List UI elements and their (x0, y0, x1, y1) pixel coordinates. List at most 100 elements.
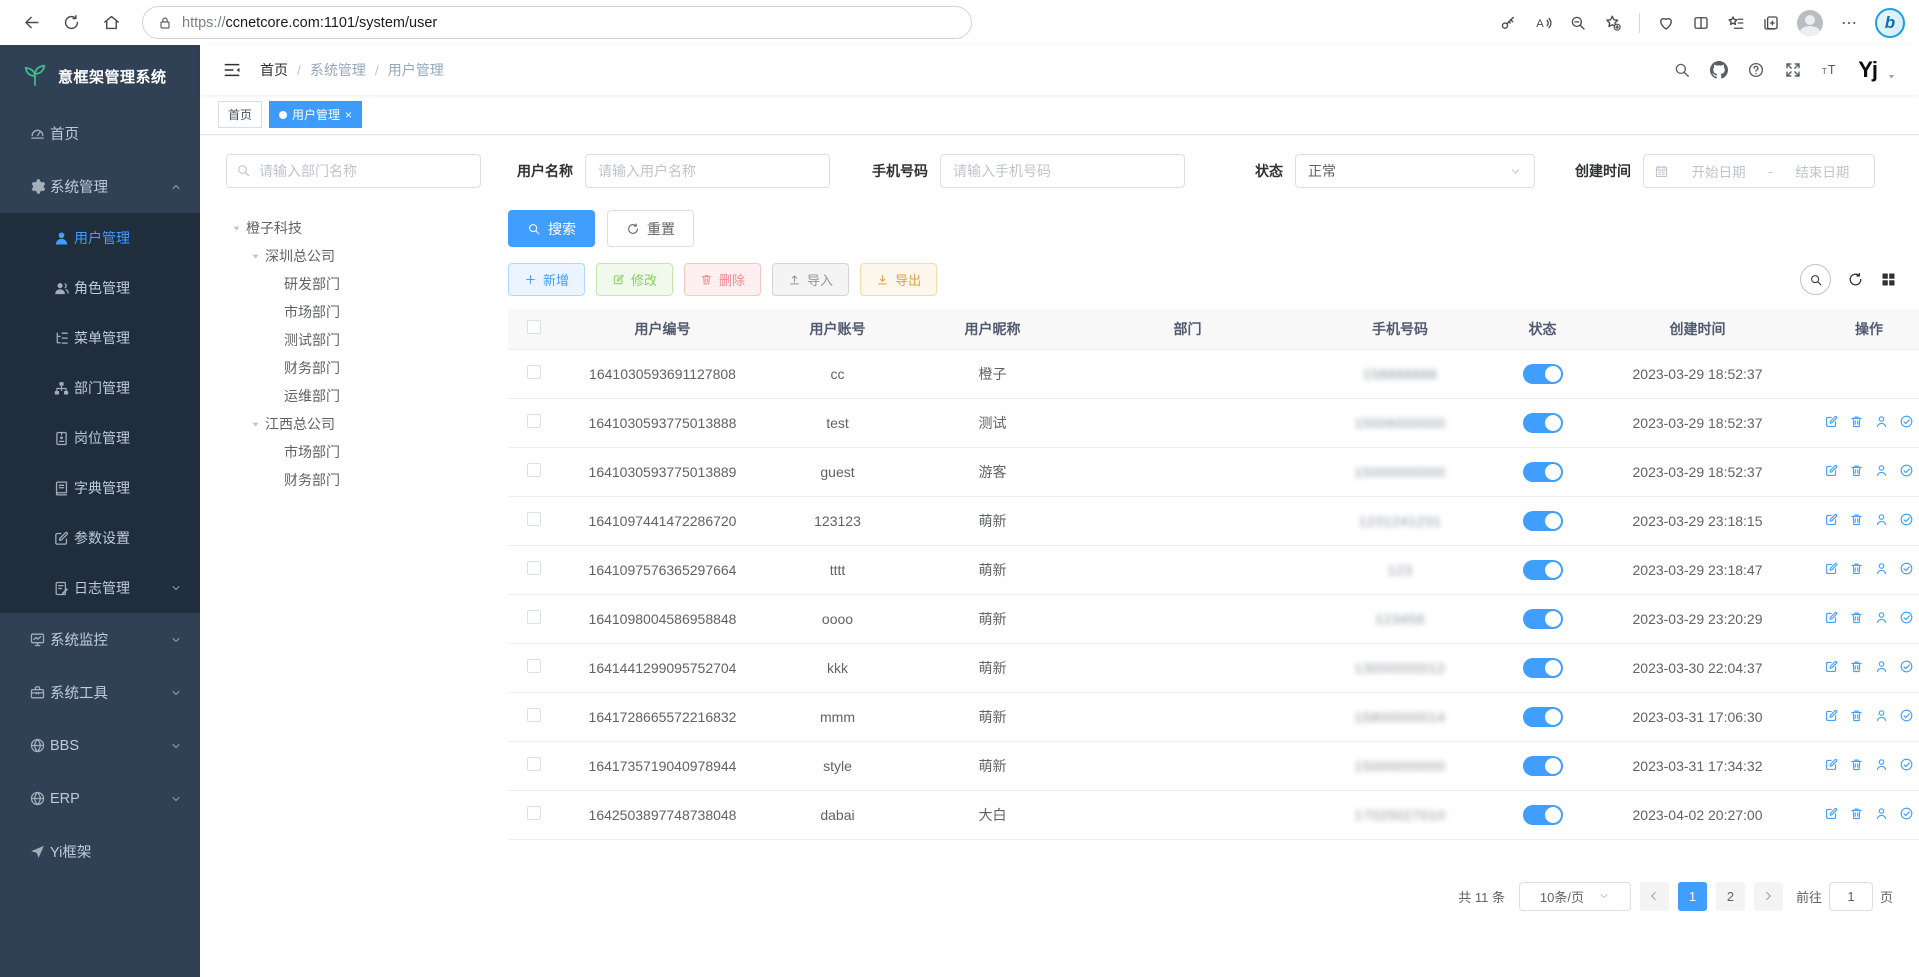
edit-icon[interactable] (1824, 806, 1839, 821)
back-icon[interactable] (14, 6, 48, 40)
tag-user-management[interactable]: 用户管理 × (269, 101, 362, 128)
row-checkbox[interactable] (527, 806, 541, 820)
reset-password-icon[interactable] (1874, 659, 1889, 674)
delete-icon[interactable] (1849, 561, 1864, 576)
assign-role-icon[interactable] (1899, 610, 1914, 625)
select-all-checkbox[interactable] (527, 320, 541, 334)
zoom-out-icon[interactable] (1569, 14, 1587, 32)
help-icon[interactable] (1747, 61, 1765, 79)
reset-password-icon[interactable] (1874, 463, 1889, 478)
date-range-picker[interactable]: 开始日期 - 结束日期 (1643, 154, 1875, 188)
status-toggle[interactable] (1523, 707, 1563, 727)
status-toggle[interactable] (1523, 560, 1563, 580)
collections-icon[interactable] (1762, 14, 1780, 32)
delete-icon[interactable] (1849, 414, 1864, 429)
tag-home[interactable]: 首页 (218, 101, 262, 128)
grid-columns-icon[interactable] (1880, 271, 1897, 288)
sidebar-item-字典管理[interactable]: 字典管理 (0, 463, 200, 513)
delete-icon[interactable] (1849, 757, 1864, 772)
profile-avatar[interactable] (1797, 10, 1823, 36)
status-toggle[interactable] (1523, 462, 1563, 482)
collapse-menu-icon[interactable] (222, 60, 242, 80)
row-checkbox[interactable] (527, 414, 541, 428)
font-size-icon[interactable]: TT (1821, 61, 1839, 79)
assign-role-icon[interactable] (1899, 561, 1914, 576)
导入-button[interactable]: 导入 (772, 263, 849, 296)
delete-icon[interactable] (1849, 463, 1864, 478)
删除-button[interactable]: 删除 (684, 263, 761, 296)
address-bar[interactable]: https://ccnetcore.com:1101/system/user (142, 6, 972, 39)
username-input[interactable] (585, 154, 830, 188)
sidebar-item-系统管理[interactable]: 系统管理 (0, 160, 200, 213)
sidebar-item-首页[interactable]: 首页 (0, 107, 200, 160)
status-toggle[interactable] (1523, 511, 1563, 531)
delete-icon[interactable] (1849, 659, 1864, 674)
delete-icon[interactable] (1849, 806, 1864, 821)
row-checkbox[interactable] (527, 561, 541, 575)
tree-node-深圳总公司[interactable]: 深圳总公司 (226, 242, 508, 270)
edit-icon[interactable] (1824, 757, 1839, 772)
sidebar-item-用户管理[interactable]: 用户管理 (0, 213, 200, 263)
reset-password-icon[interactable] (1874, 610, 1889, 625)
row-checkbox[interactable] (527, 757, 541, 771)
assign-role-icon[interactable] (1899, 512, 1914, 527)
goto-page-input[interactable] (1829, 882, 1873, 911)
sidebar-item-部门管理[interactable]: 部门管理 (0, 363, 200, 413)
tree-node-运维部门[interactable]: 运维部门 (226, 382, 508, 410)
status-toggle[interactable] (1523, 756, 1563, 776)
copilot-icon[interactable]: b (1875, 8, 1905, 38)
row-checkbox[interactable] (527, 708, 541, 722)
home-icon[interactable] (94, 6, 128, 40)
edit-icon[interactable] (1824, 414, 1839, 429)
edit-icon[interactable] (1824, 463, 1839, 478)
reset-password-icon[interactable] (1874, 414, 1889, 429)
delete-icon[interactable] (1849, 512, 1864, 527)
phone-input[interactable] (940, 154, 1185, 188)
row-checkbox[interactable] (527, 659, 541, 673)
status-toggle[interactable] (1523, 413, 1563, 433)
status-toggle[interactable] (1523, 609, 1563, 629)
sidebar-item-岗位管理[interactable]: 岗位管理 (0, 413, 200, 463)
tree-node-橙子科技[interactable]: 橙子科技 (226, 214, 508, 242)
edit-icon[interactable] (1824, 512, 1839, 527)
tree-node-财务部门[interactable]: 财务部门 (226, 354, 508, 382)
sidebar-item-日志管理[interactable]: 日志管理 (0, 563, 200, 613)
assign-role-icon[interactable] (1899, 414, 1914, 429)
assign-role-icon[interactable] (1899, 806, 1914, 821)
tree-node-财务部门[interactable]: 财务部门 (226, 466, 508, 494)
row-checkbox[interactable] (527, 610, 541, 624)
status-toggle[interactable] (1523, 658, 1563, 678)
url-text[interactable]: https://ccnetcore.com:1101/system/user (182, 15, 437, 31)
edit-icon[interactable] (1824, 708, 1839, 723)
tree-node-市场部门[interactable]: 市场部门 (226, 438, 508, 466)
breadcrumb-user[interactable]: 用户管理 (388, 60, 444, 80)
sidebar-item-Yi框架[interactable]: Yi框架 (0, 825, 200, 878)
reset-password-icon[interactable] (1874, 561, 1889, 576)
修改-button[interactable]: 修改 (596, 263, 673, 296)
search-icon[interactable] (1673, 61, 1691, 79)
reset-password-icon[interactable] (1874, 512, 1889, 527)
caret-down-icon[interactable] (245, 419, 265, 430)
split-screen-icon[interactable] (1692, 14, 1710, 32)
assign-role-icon[interactable] (1899, 659, 1914, 674)
breadcrumb-system[interactable]: 系统管理 (310, 60, 366, 80)
delete-icon[interactable] (1849, 610, 1864, 625)
search-button[interactable]: 搜索 (508, 210, 595, 247)
browser-essentials-icon[interactable] (1657, 14, 1675, 32)
edit-icon[interactable] (1824, 610, 1839, 625)
breadcrumb-home[interactable]: 首页 (260, 60, 288, 80)
sidebar-item-ERP[interactable]: ERP (0, 772, 200, 825)
edit-icon[interactable] (1824, 561, 1839, 576)
新增-button[interactable]: 新增 (508, 263, 585, 296)
tree-node-江西总公司[interactable]: 江西总公司 (226, 410, 508, 438)
reset-password-icon[interactable] (1874, 806, 1889, 821)
prev-page-button[interactable] (1640, 882, 1669, 911)
assign-role-icon[interactable] (1899, 708, 1914, 723)
caret-down-icon[interactable] (226, 223, 246, 234)
end-date[interactable]: 结束日期 (1781, 161, 1864, 181)
password-key-icon[interactable] (1499, 14, 1517, 32)
sidebar-item-菜单管理[interactable]: 菜单管理 (0, 313, 200, 363)
row-checkbox[interactable] (527, 365, 541, 379)
favorites-bar-icon[interactable] (1727, 14, 1745, 32)
sidebar-item-角色管理[interactable]: 角色管理 (0, 263, 200, 313)
